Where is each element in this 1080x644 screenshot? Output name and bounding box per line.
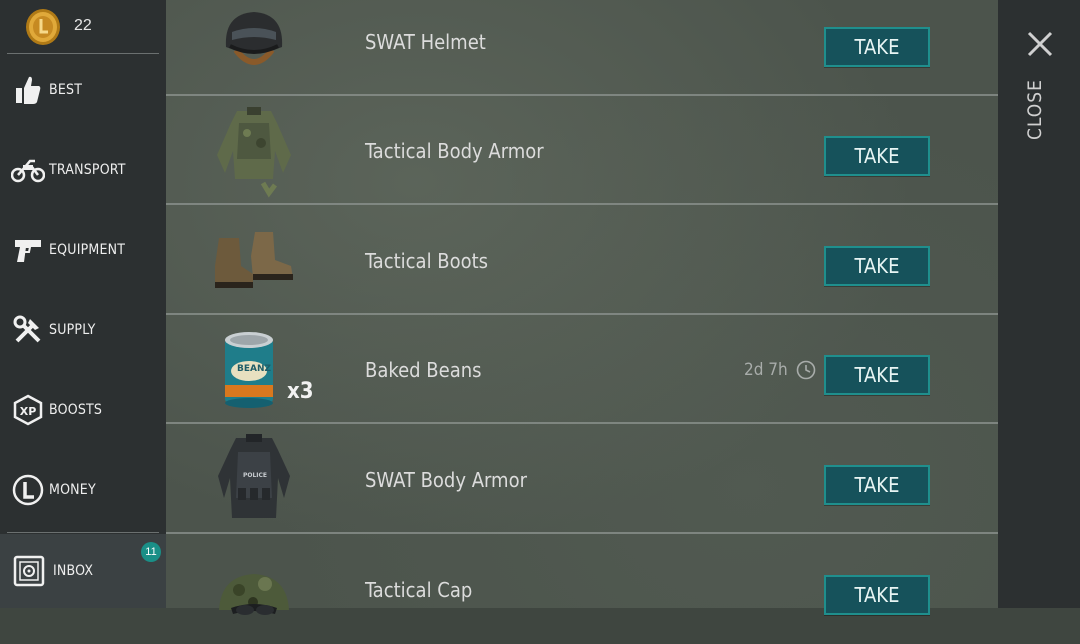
- nav-item-boosts[interactable]: XP BOOSTS: [0, 380, 166, 440]
- item-name: Baked Beans: [365, 358, 482, 382]
- list-item: Tactical Body Armor TAKE: [166, 97, 998, 205]
- tactical-cap-icon: [204, 544, 304, 636]
- swat-body-armor-icon: POLICE: [204, 434, 304, 526]
- nav-label: SUPPLY: [49, 322, 96, 338]
- take-button[interactable]: TAKE: [824, 465, 930, 505]
- tactical-body-armor-icon: [204, 105, 304, 198]
- swat-helmet-icon: [204, 0, 304, 88]
- take-button[interactable]: TAKE: [824, 246, 930, 286]
- divider: [166, 422, 998, 424]
- nav-item-equipment[interactable]: EQUIPMENT: [0, 220, 166, 280]
- divider: [166, 203, 998, 205]
- item-name: SWAT Body Armor: [365, 468, 527, 492]
- nav-item-money[interactable]: MONEY: [0, 460, 166, 520]
- coin-count: 22: [74, 17, 92, 34]
- nav-item-best[interactable]: BEST: [0, 60, 166, 120]
- xp-icon: XP: [11, 393, 45, 427]
- vest-label: POLICE: [242, 472, 268, 479]
- item-name: Tactical Body Armor: [365, 139, 544, 163]
- nav-label: BOOSTS: [49, 402, 103, 418]
- item-name: Tactical Boots: [365, 249, 489, 273]
- nav-label: EQUIPMENT: [49, 242, 126, 258]
- list-item: BEANZ x3 Baked Beans 2d 7h TAKE: [166, 316, 998, 424]
- divider: [166, 94, 998, 96]
- coin-icon: [25, 8, 61, 46]
- list-item: Tactical Cap TAKE: [166, 536, 998, 644]
- take-button[interactable]: TAKE: [824, 355, 930, 395]
- close-icon[interactable]: [1026, 30, 1054, 58]
- money-icon: [11, 473, 45, 507]
- currency-display: 22: [0, 0, 166, 56]
- list-item: POLICE SWAT Body Armor TAKE: [166, 426, 998, 534]
- motorcycle-icon: [11, 153, 45, 187]
- can-label: BEANZ: [236, 364, 272, 374]
- nav-item-supply[interactable]: SUPPLY: [0, 300, 166, 360]
- list-item: Tactical Boots TAKE: [166, 207, 998, 315]
- expiry-timer: 2d 7h: [744, 316, 816, 424]
- inbox-badge: 11: [141, 542, 161, 562]
- sidebar: 22 BEST TRANSPORT EQUIPMENT SUPPLY XP BO…: [0, 0, 166, 608]
- tactical-boots-icon: [204, 215, 304, 307]
- list-item: SWAT Helmet TAKE: [166, 0, 998, 96]
- nav-label: BEST: [49, 82, 83, 98]
- safe-icon: [12, 554, 46, 588]
- tools-icon: [11, 313, 45, 347]
- quantity-label: x3: [287, 379, 314, 404]
- item-name: Tactical Cap: [365, 578, 473, 602]
- close-button[interactable]: CLOSE: [1024, 79, 1046, 140]
- svg-text:XP: XP: [20, 405, 37, 418]
- nav-item-transport[interactable]: TRANSPORT: [0, 140, 166, 200]
- divider: [7, 53, 159, 54]
- nav-item-inbox[interactable]: INBOX: [0, 534, 166, 608]
- nav-label: MONEY: [49, 482, 96, 498]
- timer-text: 2d 7h: [744, 360, 788, 380]
- clock-icon: [788, 360, 816, 380]
- divider: [166, 532, 998, 534]
- divider: [7, 532, 159, 533]
- take-button[interactable]: TAKE: [824, 136, 930, 176]
- take-button[interactable]: TAKE: [824, 575, 930, 615]
- pistol-icon: [11, 233, 45, 267]
- nav-label: INBOX: [53, 563, 94, 579]
- take-button[interactable]: TAKE: [824, 27, 930, 67]
- item-name: SWAT Helmet: [365, 30, 486, 54]
- nav-label: TRANSPORT: [49, 162, 126, 178]
- divider: [166, 313, 998, 315]
- baked-beans-can-icon: BEANZ: [204, 324, 294, 416]
- reward-list: SWAT Helmet TAKE Tactical Body Armor TAK…: [166, 0, 998, 615]
- close-panel: CLOSE: [998, 0, 1080, 608]
- thumbs-up-icon: [11, 73, 45, 107]
